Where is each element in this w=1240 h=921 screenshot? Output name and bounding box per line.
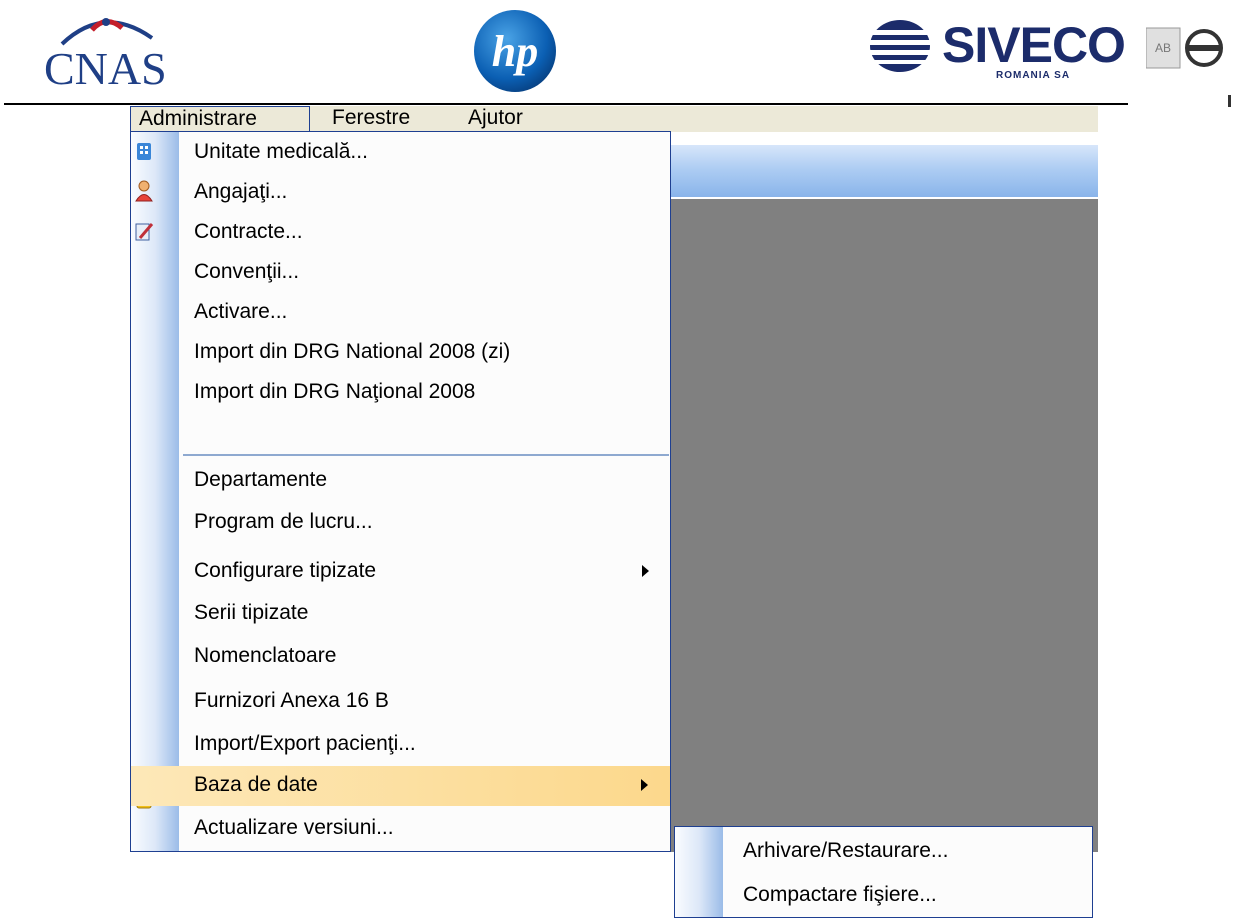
hp-logo-text: hp bbox=[492, 27, 538, 76]
menu-item-actualizare-versiuni[interactable]: Actualizare versiuni... bbox=[131, 809, 670, 849]
menu-item-activare[interactable]: Activare... bbox=[131, 293, 670, 333]
menu-item-import-export-pacienti[interactable]: Import/Export pacienţi... bbox=[131, 725, 670, 765]
siveco-globe-icon bbox=[866, 20, 936, 72]
hp-logo: hp bbox=[472, 8, 558, 94]
menu-item-nomenclatoare[interactable]: Nomenclatoare bbox=[131, 637, 670, 677]
cnas-logo-text: CNAS bbox=[44, 43, 167, 94]
menu-item-import-drg-zi[interactable]: Import din DRG National 2008 (zi) bbox=[131, 333, 670, 373]
menu-item-program-de-lucru[interactable]: Program de lucru... bbox=[131, 503, 670, 543]
window-title-bar bbox=[670, 145, 1098, 197]
menu-item-furnizori-anexa[interactable]: Furnizori Anexa 16 B bbox=[131, 682, 670, 722]
baza-de-date-submenu: Arhivare/Restaurare... Compactare fişier… bbox=[674, 826, 1093, 918]
submenu-item-arhivare-restaurare[interactable]: Arhivare/Restaurare... bbox=[675, 829, 1092, 873]
menu-item-label: Import/Export pacienţi... bbox=[194, 732, 416, 755]
menu-item-departamente[interactable]: Departamente bbox=[131, 461, 670, 501]
menu-item-conventii[interactable]: Convenţii... bbox=[131, 253, 670, 293]
building-icon bbox=[137, 143, 151, 160]
menu-item-label: Actualizare versiuni... bbox=[194, 816, 394, 839]
menu-administrare-label: Administrare bbox=[139, 107, 257, 130]
menu-ajutor[interactable]: Ajutor bbox=[468, 106, 523, 132]
menu-bar: Administrare Ferestre Ajutor bbox=[130, 106, 1098, 132]
submenu-arrow-icon bbox=[641, 779, 648, 791]
menu-item-label: Serii tipizate bbox=[194, 601, 309, 624]
svg-text:AB: AB bbox=[1155, 41, 1171, 55]
menu-ferestre-label: Ferestre bbox=[332, 106, 411, 129]
submenu-item-label: Compactare fişiere... bbox=[743, 883, 937, 906]
menu-item-label: Configurare tipizate bbox=[194, 559, 377, 582]
menu-item-configurare-tipizate[interactable]: Configurare tipizate bbox=[131, 552, 670, 592]
certification-marks-icon: AB bbox=[1146, 27, 1223, 69]
submenu-item-label: Arhivare/Restaurare... bbox=[743, 839, 949, 862]
header-divider bbox=[4, 103, 1128, 105]
siveco-logo: SIVECO ROMANIA SA AB bbox=[866, 8, 1226, 98]
menu-item-label: Angajaţi... bbox=[194, 180, 288, 203]
menu-ferestre[interactable]: Ferestre bbox=[332, 106, 410, 132]
menu-item-label: Activare... bbox=[194, 300, 288, 323]
header-tick bbox=[1228, 95, 1231, 107]
cnas-logo: CNAS bbox=[44, 8, 174, 94]
administrare-menu: Unitate medicală... Angajaţi... Contract… bbox=[130, 131, 671, 852]
contract-edit-icon bbox=[135, 223, 154, 241]
menu-separator bbox=[183, 454, 669, 456]
menu-item-label: Baza de date bbox=[194, 773, 318, 796]
menu-item-serii-tipizate[interactable]: Serii tipizate bbox=[131, 594, 670, 634]
mdi-workspace bbox=[670, 199, 1098, 852]
menu-administrare[interactable]: Administrare bbox=[130, 106, 310, 132]
menu-item-baza-de-date[interactable]: Baza de date bbox=[131, 766, 670, 806]
menu-item-contracte[interactable]: Contracte... bbox=[131, 213, 670, 253]
menu-item-angajati[interactable]: Angajaţi... bbox=[131, 173, 670, 213]
menu-item-label: Convenţii... bbox=[194, 260, 300, 283]
menu-item-unitate-medicala[interactable]: Unitate medicală... bbox=[131, 133, 670, 173]
siveco-logo-subtitle: ROMANIA SA bbox=[996, 70, 1071, 81]
menu-item-label: Contracte... bbox=[194, 220, 303, 243]
menu-ajutor-label: Ajutor bbox=[468, 106, 523, 129]
menu-item-label: Unitate medicală... bbox=[194, 140, 368, 163]
menu-item-label: Departamente bbox=[194, 468, 328, 491]
person-icon bbox=[135, 180, 153, 202]
menu-item-label: Import din DRG National 2008 (zi) bbox=[194, 340, 511, 363]
menu-item-label: Program de lucru... bbox=[194, 510, 373, 533]
menu-item-label: Furnizori Anexa 16 B bbox=[194, 689, 389, 712]
submenu-item-compactare-fisiere[interactable]: Compactare fişiere... bbox=[675, 873, 1092, 917]
menu-item-import-drg[interactable]: Import din DRG Naţional 2008 bbox=[131, 373, 670, 413]
menu-item-label: Nomenclatoare bbox=[194, 644, 337, 667]
siveco-logo-text: SIVECO bbox=[942, 17, 1126, 73]
menu-item-label: Import din DRG Naţional 2008 bbox=[194, 380, 476, 403]
submenu-arrow-icon bbox=[642, 565, 649, 577]
